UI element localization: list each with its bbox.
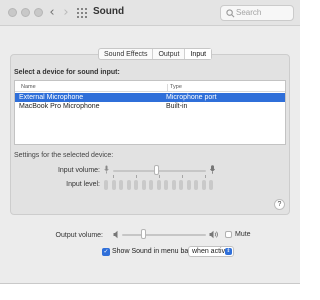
close-window-button[interactable] [8,8,17,17]
window-title: Sound [93,6,125,17]
slider-tick [205,175,206,178]
mute-checkbox[interactable] [225,231,232,238]
level-segment [119,180,123,190]
settings-heading: Settings for the selected device: [14,152,114,159]
level-segment [141,180,146,190]
sound-preferences-window: ‹ › Sound Search Sound Effects Output In… [0,0,300,284]
zoom-window-button[interactable] [34,8,43,17]
output-volume-label: Output volume: [55,232,103,239]
grid-icon[interactable] [77,8,87,18]
slider-tick [136,175,137,178]
tab-bar: Sound Effects Output Input [98,48,213,60]
device-type: Built-in [166,103,188,110]
slider-tick [113,175,114,178]
microphone-high-icon [210,165,215,174]
back-button[interactable]: ‹ [45,5,59,20]
table-row[interactable]: External Microphone Microphone port [15,93,285,102]
table-header: Name Type [15,81,285,92]
level-segment [134,180,138,190]
level-segment [201,180,206,190]
level-segment [149,180,153,190]
device-name: External Microphone [19,94,84,101]
slider-tick [182,175,183,178]
show-in-menubar-label: Show Sound in menu bar [112,248,191,255]
level-segment [209,180,213,190]
level-segment [126,180,131,190]
level-segment [156,180,161,190]
dropdown-value: when active [192,248,229,255]
level-segment [171,180,176,190]
device-heading: Select a device for sound input: [14,69,120,76]
help-button[interactable]: ? [274,199,285,210]
input-level-meter [104,180,216,190]
device-table: Name Type External Microphone Microphone… [14,80,286,145]
menubar-visibility-dropdown[interactable]: when active ⇕ [188,246,234,257]
microphone-low-icon [104,165,109,174]
show-in-menubar-checkbox[interactable]: ✓ [102,248,110,256]
level-segment [164,180,168,190]
output-volume-slider[interactable] [122,234,206,236]
input-volume-slider[interactable] [113,170,206,172]
speaker-low-icon [113,230,118,239]
minimize-window-button[interactable] [21,8,30,17]
input-volume-knob[interactable] [153,165,159,175]
speaker-high-icon [209,230,218,239]
device-type: Microphone port [166,94,217,101]
input-level-label: Input level: [66,181,100,188]
level-segment [111,180,116,190]
search-field[interactable]: Search [220,5,294,21]
slider-tick [159,175,160,178]
level-segment [186,180,191,190]
output-volume-knob[interactable] [141,229,146,239]
level-segment [104,180,108,190]
table-row[interactable]: MacBook Pro Microphone Built-in [15,102,285,111]
device-name: MacBook Pro Microphone [19,103,100,110]
level-segment [194,180,198,190]
search-icon [226,9,235,18]
search-placeholder: Search [236,8,262,17]
column-header-name[interactable]: Name [21,84,36,90]
tab-sound-effects[interactable]: Sound Effects [99,49,154,59]
level-segment [179,180,183,190]
mute-label: Mute [235,231,251,238]
chevron-updown-icon: ⇕ [225,248,232,255]
title-bar: ‹ › Sound Search [0,0,300,26]
forward-button[interactable]: › [59,5,73,20]
column-header-type[interactable]: Type [167,84,182,91]
tab-output[interactable]: Output [153,49,186,59]
input-volume-label: Input volume: [57,167,100,174]
tab-input[interactable]: Input [185,49,212,59]
